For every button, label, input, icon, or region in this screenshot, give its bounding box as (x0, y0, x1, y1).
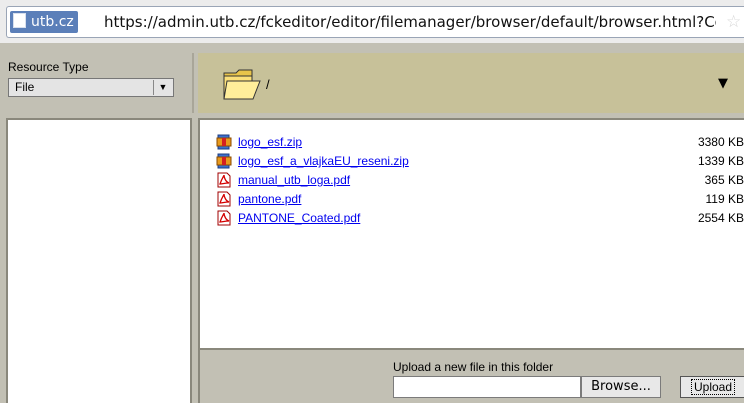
resource-type-label: Resource Type (8, 60, 89, 74)
pdf-file-icon (217, 172, 231, 188)
file-row[interactable]: logo_esf_a_vlajkaEU_reseni.zip 1339 KB (216, 152, 744, 171)
chevron-down-icon[interactable]: ▼ (153, 80, 172, 95)
folder-up-dropdown-icon[interactable]: ▼ (718, 76, 728, 91)
file-link[interactable]: logo_esf.zip (238, 135, 302, 149)
bookmark-star-icon[interactable]: ☆ (726, 11, 741, 33)
resource-type-panel: Resource Type File ▼ (6, 53, 194, 113)
upload-button[interactable]: Upload (680, 376, 744, 398)
resource-type-select[interactable]: File ▼ (8, 78, 174, 97)
file-link[interactable]: manual_utb_loga.pdf (238, 173, 350, 187)
upload-panel: Upload a new file in this folder Browse.… (198, 348, 744, 403)
browse-button[interactable]: Browse... (581, 376, 661, 398)
folder-tree-pane[interactable] (6, 118, 192, 403)
file-size: 1339 KB (697, 154, 744, 168)
zip-file-icon (216, 153, 232, 169)
upload-label: Upload a new file in this folder (393, 360, 554, 374)
file-row[interactable]: pantone.pdf 119 KB (216, 190, 744, 209)
site-identity-label: utb.cz (31, 14, 74, 30)
site-identity-button[interactable]: utb.cz (10, 11, 78, 33)
file-row[interactable]: manual_utb_loga.pdf 365 KB (216, 171, 744, 190)
page-icon (13, 13, 26, 28)
file-size: 365 KB (704, 173, 744, 187)
file-link[interactable]: pantone.pdf (238, 192, 301, 206)
file-link[interactable]: logo_esf_a_vlajkaEU_reseni.zip (238, 154, 409, 168)
file-manager-frame: Resource Type File ▼ / ▼ logo_esf.zip 33… (0, 43, 744, 403)
pdf-file-icon (217, 210, 231, 226)
file-size: 3380 KB (697, 135, 744, 149)
upload-file-input[interactable] (393, 376, 581, 398)
file-row[interactable]: PANTONE_Coated.pdf 2554 KB (216, 209, 744, 228)
folder-icon (223, 69, 261, 100)
resource-type-value: File (15, 80, 35, 94)
address-bar: utb.cz https://admin.utb.cz/fckeditor/ed… (0, 0, 744, 43)
file-list-pane: logo_esf.zip 3380 KB logo_esf_a_vlajkaEU… (198, 118, 744, 348)
file-row[interactable]: logo_esf.zip 3380 KB (216, 133, 744, 152)
file-link[interactable]: PANTONE_Coated.pdf (238, 211, 360, 225)
zip-file-icon (216, 134, 232, 150)
current-path: / (266, 77, 270, 92)
current-folder-bar: / ▼ (198, 53, 744, 113)
url-text[interactable]: https://admin.utb.cz/fckeditor/editor/fi… (104, 11, 716, 33)
file-size: 119 KB (705, 192, 744, 206)
pdf-file-icon (217, 191, 231, 207)
file-size: 2554 KB (697, 211, 744, 225)
upload-button-label: Upload (690, 379, 736, 395)
